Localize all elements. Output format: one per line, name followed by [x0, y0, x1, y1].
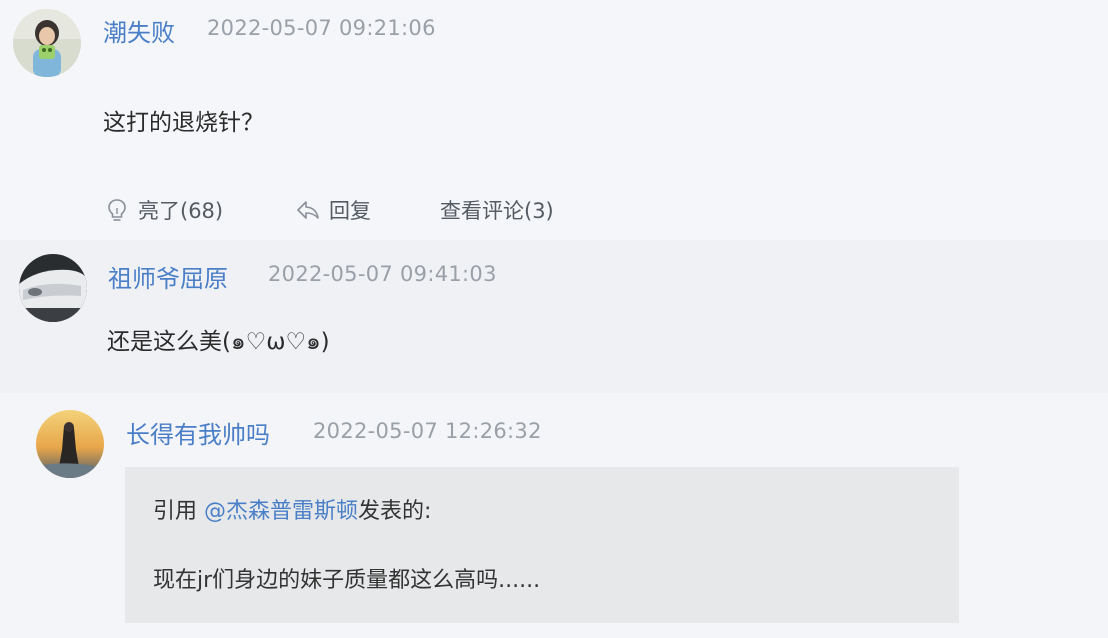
- like-count-label: 亮了(68): [138, 199, 224, 223]
- comment-item: 祖师爷屈原 2022-05-07 09:41:03 还是这么美(๑♡ω♡๑): [0, 240, 1108, 393]
- view-replies-button[interactable]: 查看评论(3): [440, 193, 554, 227]
- comment-timestamp: 2022-05-07 09:41:03: [268, 262, 497, 286]
- like-button[interactable]: 亮了(68): [104, 193, 223, 227]
- comment-timestamp: 2022-05-07 09:21:06: [207, 16, 436, 40]
- username[interactable]: 潮失败: [103, 13, 175, 48]
- user-avatar[interactable]: [36, 410, 104, 478]
- mention-link[interactable]: @杰森普雷斯顿: [204, 499, 358, 524]
- comment-timestamp: 2022-05-07 12:26:32: [313, 419, 542, 443]
- reply-button[interactable]: 回复: [295, 193, 371, 227]
- user-avatar[interactable]: [19, 254, 87, 322]
- reply-label: 回复: [329, 199, 371, 223]
- quoted-comment: 引用 @杰森普雷斯顿发表的: 现在jr们身边的妹子质量都这么高吗......: [125, 467, 959, 623]
- user-avatar[interactable]: [13, 9, 81, 77]
- quote-prefix: 引用: [153, 499, 204, 524]
- username[interactable]: 长得有我帅吗: [126, 415, 270, 450]
- quote-text: 现在jr们身边的妹子质量都这么高吗......: [153, 568, 541, 593]
- comment-text: 还是这么美(๑♡ω♡๑): [107, 329, 330, 355]
- quote-suffix: 发表的:: [358, 499, 432, 524]
- comment-item: 长得有我帅吗 2022-05-07 12:26:32 引用 @杰森普雷斯顿发表的…: [0, 393, 1108, 638]
- comment-item: 潮失败 2022-05-07 09:21:06 这打的退烧针？ 亮了(68) 回…: [0, 0, 1108, 240]
- view-replies-label: 查看评论(3): [440, 199, 554, 223]
- username[interactable]: 祖师爷屈原: [108, 259, 228, 294]
- reply-arrow-icon: [297, 201, 319, 219]
- lightbulb-icon: [108, 199, 126, 221]
- quote-header: 引用 @杰森普雷斯顿发表的:: [153, 493, 431, 525]
- comment-text: 这打的退烧针？: [103, 110, 264, 136]
